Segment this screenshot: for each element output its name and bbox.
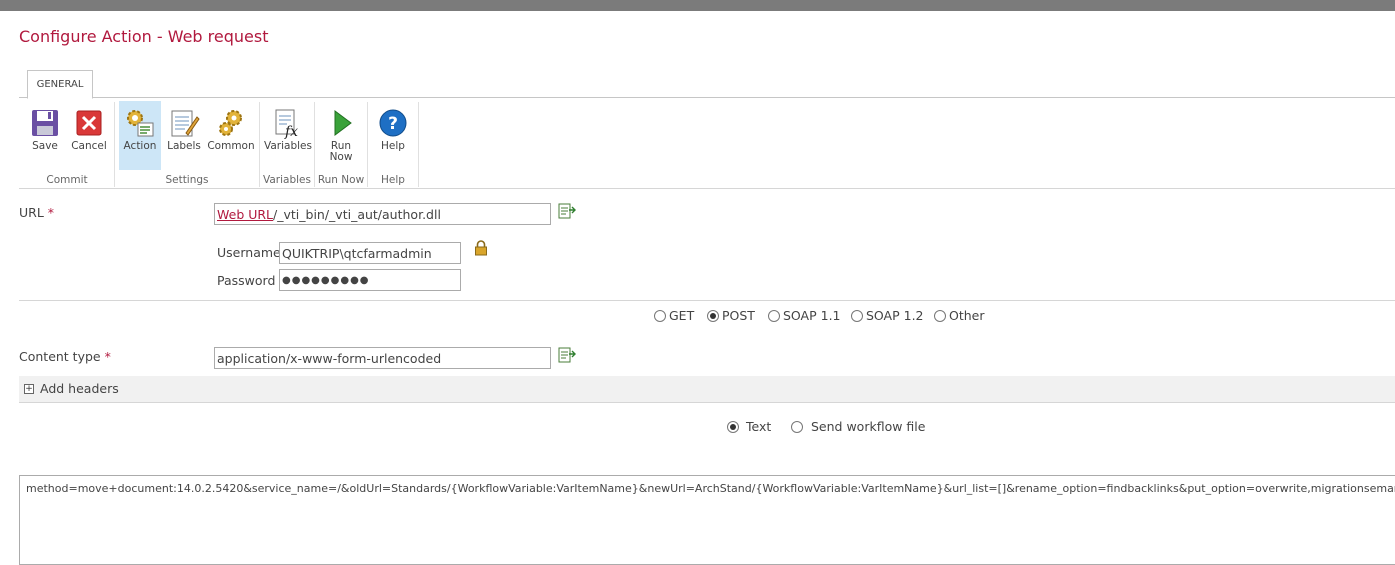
insert-reference-icon[interactable]: [558, 347, 576, 363]
save-label: Save: [32, 140, 58, 152]
password-field[interactable]: ●●●●●●●●●: [279, 269, 461, 291]
function-variable-icon: fx: [275, 109, 298, 139]
add-headers-label[interactable]: Add headers: [40, 381, 119, 396]
ribbon-top-border: [19, 97, 1395, 98]
radio-soap12[interactable]: [851, 310, 863, 322]
help-label: Help: [381, 140, 405, 152]
radio-text[interactable]: [727, 421, 739, 433]
cancel-button[interactable]: Cancel: [68, 101, 110, 170]
group-run-now-label: Run Now: [317, 174, 365, 186]
common-button[interactable]: Common: [207, 101, 255, 170]
url-label: URL *: [19, 205, 55, 220]
username-label: Username: [217, 245, 281, 260]
radio-other[interactable]: [934, 310, 946, 322]
play-icon: [334, 110, 352, 136]
run-now-button[interactable]: Run Now: [319, 101, 363, 170]
request-body-textarea[interactable]: method=move+document:14.0.2.5420&service…: [19, 475, 1395, 565]
window-top-bar: [0, 0, 1395, 11]
common-label: Common: [207, 140, 255, 152]
radio-workflow-file[interactable]: [791, 421, 803, 433]
cancel-label: Cancel: [71, 140, 107, 152]
content-type-label: Content type *: [19, 349, 111, 364]
group-variables-label: Variables: [263, 174, 311, 186]
insert-reference-icon[interactable]: [558, 203, 576, 219]
action-label: Action: [123, 140, 157, 152]
username-field[interactable]: QUIKTRIP\qtcfarmadmin: [279, 242, 461, 264]
save-button[interactable]: Save: [24, 101, 66, 170]
group-settings-label: Settings: [165, 174, 209, 186]
svg-text:?: ?: [388, 114, 398, 134]
radio-soap11[interactable]: [768, 310, 780, 322]
group-help-label: Help: [381, 174, 405, 186]
notepad-pencil-icon: [171, 110, 200, 137]
tab-general[interactable]: GENERAL: [27, 70, 93, 99]
gears-icon: [219, 110, 242, 136]
svg-text:fx: fx: [284, 124, 298, 139]
ribbon-bottom-border: [19, 188, 1395, 189]
labels-label: Labels: [167, 140, 201, 152]
radio-post[interactable]: [707, 310, 719, 322]
web-url-token[interactable]: Web URL: [217, 207, 273, 222]
ribbon-separator: [418, 102, 419, 187]
section-divider: [19, 300, 1395, 301]
gears-icon: [127, 110, 154, 137]
add-headers-section[interactable]: + Add headers: [19, 376, 1395, 403]
expand-icon[interactable]: +: [24, 384, 34, 394]
password-label: Password: [217, 273, 276, 288]
run-now-label: Run Now: [329, 140, 353, 163]
lock-icon[interactable]: [474, 240, 488, 256]
variables-label: Variables: [264, 140, 312, 152]
action-button[interactable]: Action: [119, 101, 161, 170]
ribbon-separator: [114, 102, 115, 187]
floppy-disk-icon: [32, 110, 58, 136]
help-icon: ?: [379, 109, 407, 137]
variables-button[interactable]: fx Variables: [264, 101, 312, 170]
dialog-title: Configure Action - Web request: [19, 27, 269, 46]
close-icon: [76, 110, 102, 136]
labels-button[interactable]: Labels: [163, 101, 205, 170]
group-commit-label: Commit: [46, 174, 88, 186]
radio-get[interactable]: [654, 310, 666, 322]
url-field[interactable]: Web URL/_vti_bin/_vti_aut/author.dll: [214, 203, 551, 225]
content-type-field[interactable]: application/x-www-form-urlencoded: [214, 347, 551, 369]
help-button[interactable]: ? Help: [372, 101, 414, 170]
